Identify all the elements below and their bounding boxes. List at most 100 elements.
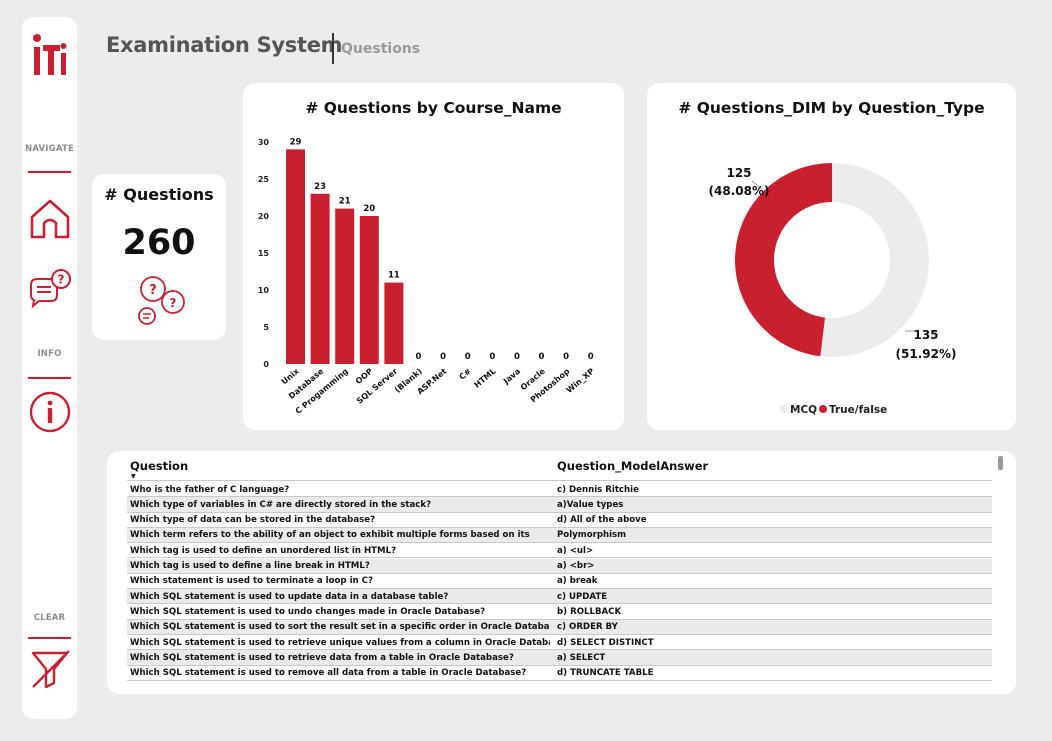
question-cell: Which SQL statement is used to sort the … xyxy=(130,622,550,633)
navigate-label: NAVIGATE xyxy=(25,144,74,154)
table-row[interactable]: Which SQL statement is used to update da… xyxy=(127,589,992,605)
question-cell: Which SQL statement is used to undo chan… xyxy=(130,606,486,617)
model-answer-cell: d) SELECT DISTINCT xyxy=(557,637,654,648)
question-cell: Which SQL statement is used to retrieve … xyxy=(130,652,514,663)
data-label: 0 xyxy=(588,352,594,362)
info-label: INFO xyxy=(37,349,62,359)
y-tick-label: 10 xyxy=(258,286,270,295)
data-label: 29 xyxy=(290,137,302,147)
header-divider xyxy=(332,33,334,64)
slice-value-label: 135 xyxy=(913,328,938,342)
model-answer-cell: d) TRUNCATE TABLE xyxy=(557,668,654,679)
table-row[interactable]: Which type of variables in C# are direct… xyxy=(127,497,992,513)
table-row[interactable]: Which SQL statement is used to retrieve … xyxy=(127,635,992,651)
slice-value-label: 125 xyxy=(726,166,751,180)
model-answer-cell: c) Dennis Ritchie xyxy=(557,484,639,495)
kpi-card: # Questions 260 ? ? xyxy=(92,174,226,340)
svg-text:?: ? xyxy=(58,273,65,287)
model-answer-cell: c) ORDER BY xyxy=(557,622,618,633)
page-title: Examination System xyxy=(106,33,343,57)
y-tick-label: 20 xyxy=(258,212,270,221)
data-label: 0 xyxy=(416,352,422,362)
header-divider-line xyxy=(127,480,992,481)
page-subtitle: Questions xyxy=(341,41,421,57)
model-answer-cell: a) SELECT xyxy=(557,652,606,663)
table-row[interactable]: Which term refers to the ability of an o… xyxy=(127,527,992,544)
table-row[interactable]: Which type of data can be stored in the … xyxy=(127,513,992,528)
model-answer-cell: a)Value types xyxy=(557,499,624,510)
x-tick-label: Java xyxy=(501,367,522,387)
model-answer-cell: a) <br> xyxy=(557,561,595,571)
question-cell: Which SQL statement is used to retrieve … xyxy=(130,637,550,648)
model-answer-cell: a) <ul> xyxy=(557,545,594,556)
model-answer-cell: d) All of the above xyxy=(557,515,647,526)
question-cell: Which SQL statement is used to remove al… xyxy=(130,668,527,679)
y-tick-label: 5 xyxy=(263,323,269,332)
bar-chart: 051015202530 29Unix23Database21C Progammi… xyxy=(258,137,596,416)
question-cell: Which type of variables in C# are direct… xyxy=(130,499,432,510)
table-row[interactable]: Which tag is used to define an unordered… xyxy=(127,543,992,559)
y-tick-label: 30 xyxy=(258,138,270,147)
data-label: 0 xyxy=(539,352,545,362)
question-cell: Which statement is used to terminate a l… xyxy=(130,576,373,587)
y-tick-label: 25 xyxy=(258,175,270,184)
bar-c-progamming xyxy=(335,208,355,364)
svg-text:?: ? xyxy=(149,283,157,298)
table-row[interactable]: Which SQL statement is used to remove al… xyxy=(127,666,992,681)
table-row[interactable]: Which SQL statement is used to retrieve … xyxy=(127,650,992,666)
x-tick-label: OOP xyxy=(354,367,375,386)
donut-chart-card: # Questions_DIM by Question_Type 135 (51.… xyxy=(647,83,1016,430)
data-label: 0 xyxy=(489,352,495,362)
question-cell: Which SQL statement is used to update da… xyxy=(130,591,449,602)
bar-chart-card: # Questions by Course_Name 0 5 10 15 20 25 30 2… xyxy=(243,83,624,430)
data-label: 0 xyxy=(563,352,569,362)
column-header-question[interactable]: Question xyxy=(130,459,188,473)
model-answer-cell: Polymorphism xyxy=(557,530,627,541)
table-scrollbar[interactable] xyxy=(998,456,1003,470)
model-answer-cell: a) break xyxy=(557,576,598,587)
data-label: 0 xyxy=(465,352,471,362)
legend-marker-true-false xyxy=(819,405,827,413)
column-header-model-answer[interactable]: Question_ModelAnswer xyxy=(557,459,708,473)
data-label: 20 xyxy=(363,204,375,214)
legend-marker-mcq xyxy=(780,405,788,413)
info-divider xyxy=(28,377,71,379)
questions-chat-icon[interactable]: ? xyxy=(27,265,73,311)
data-label: 11 xyxy=(388,271,400,281)
question-cell: Which tag is used to define a line break… xyxy=(130,561,370,571)
data-label: 0 xyxy=(514,352,520,362)
x-tick-label: HTML xyxy=(472,367,497,390)
table-row[interactable]: Which SQL statement is used to undo chan… xyxy=(127,604,992,620)
bar-unix xyxy=(286,149,305,364)
question-cell: Who is the father of C language? xyxy=(130,484,290,495)
table-row[interactable]: Which SQL statement is used to sort the … xyxy=(127,619,992,635)
model-answer-cell: c) UPDATE xyxy=(557,591,608,602)
home-icon[interactable] xyxy=(27,195,73,241)
legend-label-true-false: True/false xyxy=(829,404,887,416)
x-tick-label: C# xyxy=(458,366,474,381)
table-row[interactable]: Which tag is used to define a line break… xyxy=(127,558,992,574)
bar-oop xyxy=(359,216,379,364)
kpi-title: # Questions xyxy=(104,185,214,204)
data-label: 0 xyxy=(440,352,446,362)
table-row[interactable]: Who is the father of C language? c) Denni… xyxy=(127,482,992,498)
x-tick-label: Win_XP xyxy=(565,367,596,395)
bar-database xyxy=(310,193,330,364)
info-icon[interactable] xyxy=(27,389,73,435)
table-row[interactable]: Which statement is used to terminate a l… xyxy=(127,574,992,590)
slice-percent-label: (51.92%) xyxy=(896,347,957,361)
navigate-divider xyxy=(28,171,71,173)
legend-label-mcq: MCQ xyxy=(790,404,817,416)
questions-table: Question Question_ModelAnswer ▼ Who is t… xyxy=(107,451,1016,694)
iti-logo xyxy=(33,34,67,75)
clear-filter-icon[interactable] xyxy=(27,647,73,693)
clear-divider xyxy=(28,637,71,639)
data-label: 23 xyxy=(314,182,326,192)
sidebar: NAVIGATE ? INFO CLEAR xyxy=(22,17,77,719)
y-tick-label: 0 xyxy=(263,360,269,369)
model-answer-cell: b) ROLLBACK xyxy=(557,606,622,617)
kpi-value: 260 xyxy=(122,223,196,263)
svg-text:?: ? xyxy=(170,296,177,310)
slice-percent-label: (48.08%) xyxy=(709,184,770,198)
bar-sql-server xyxy=(384,282,404,364)
